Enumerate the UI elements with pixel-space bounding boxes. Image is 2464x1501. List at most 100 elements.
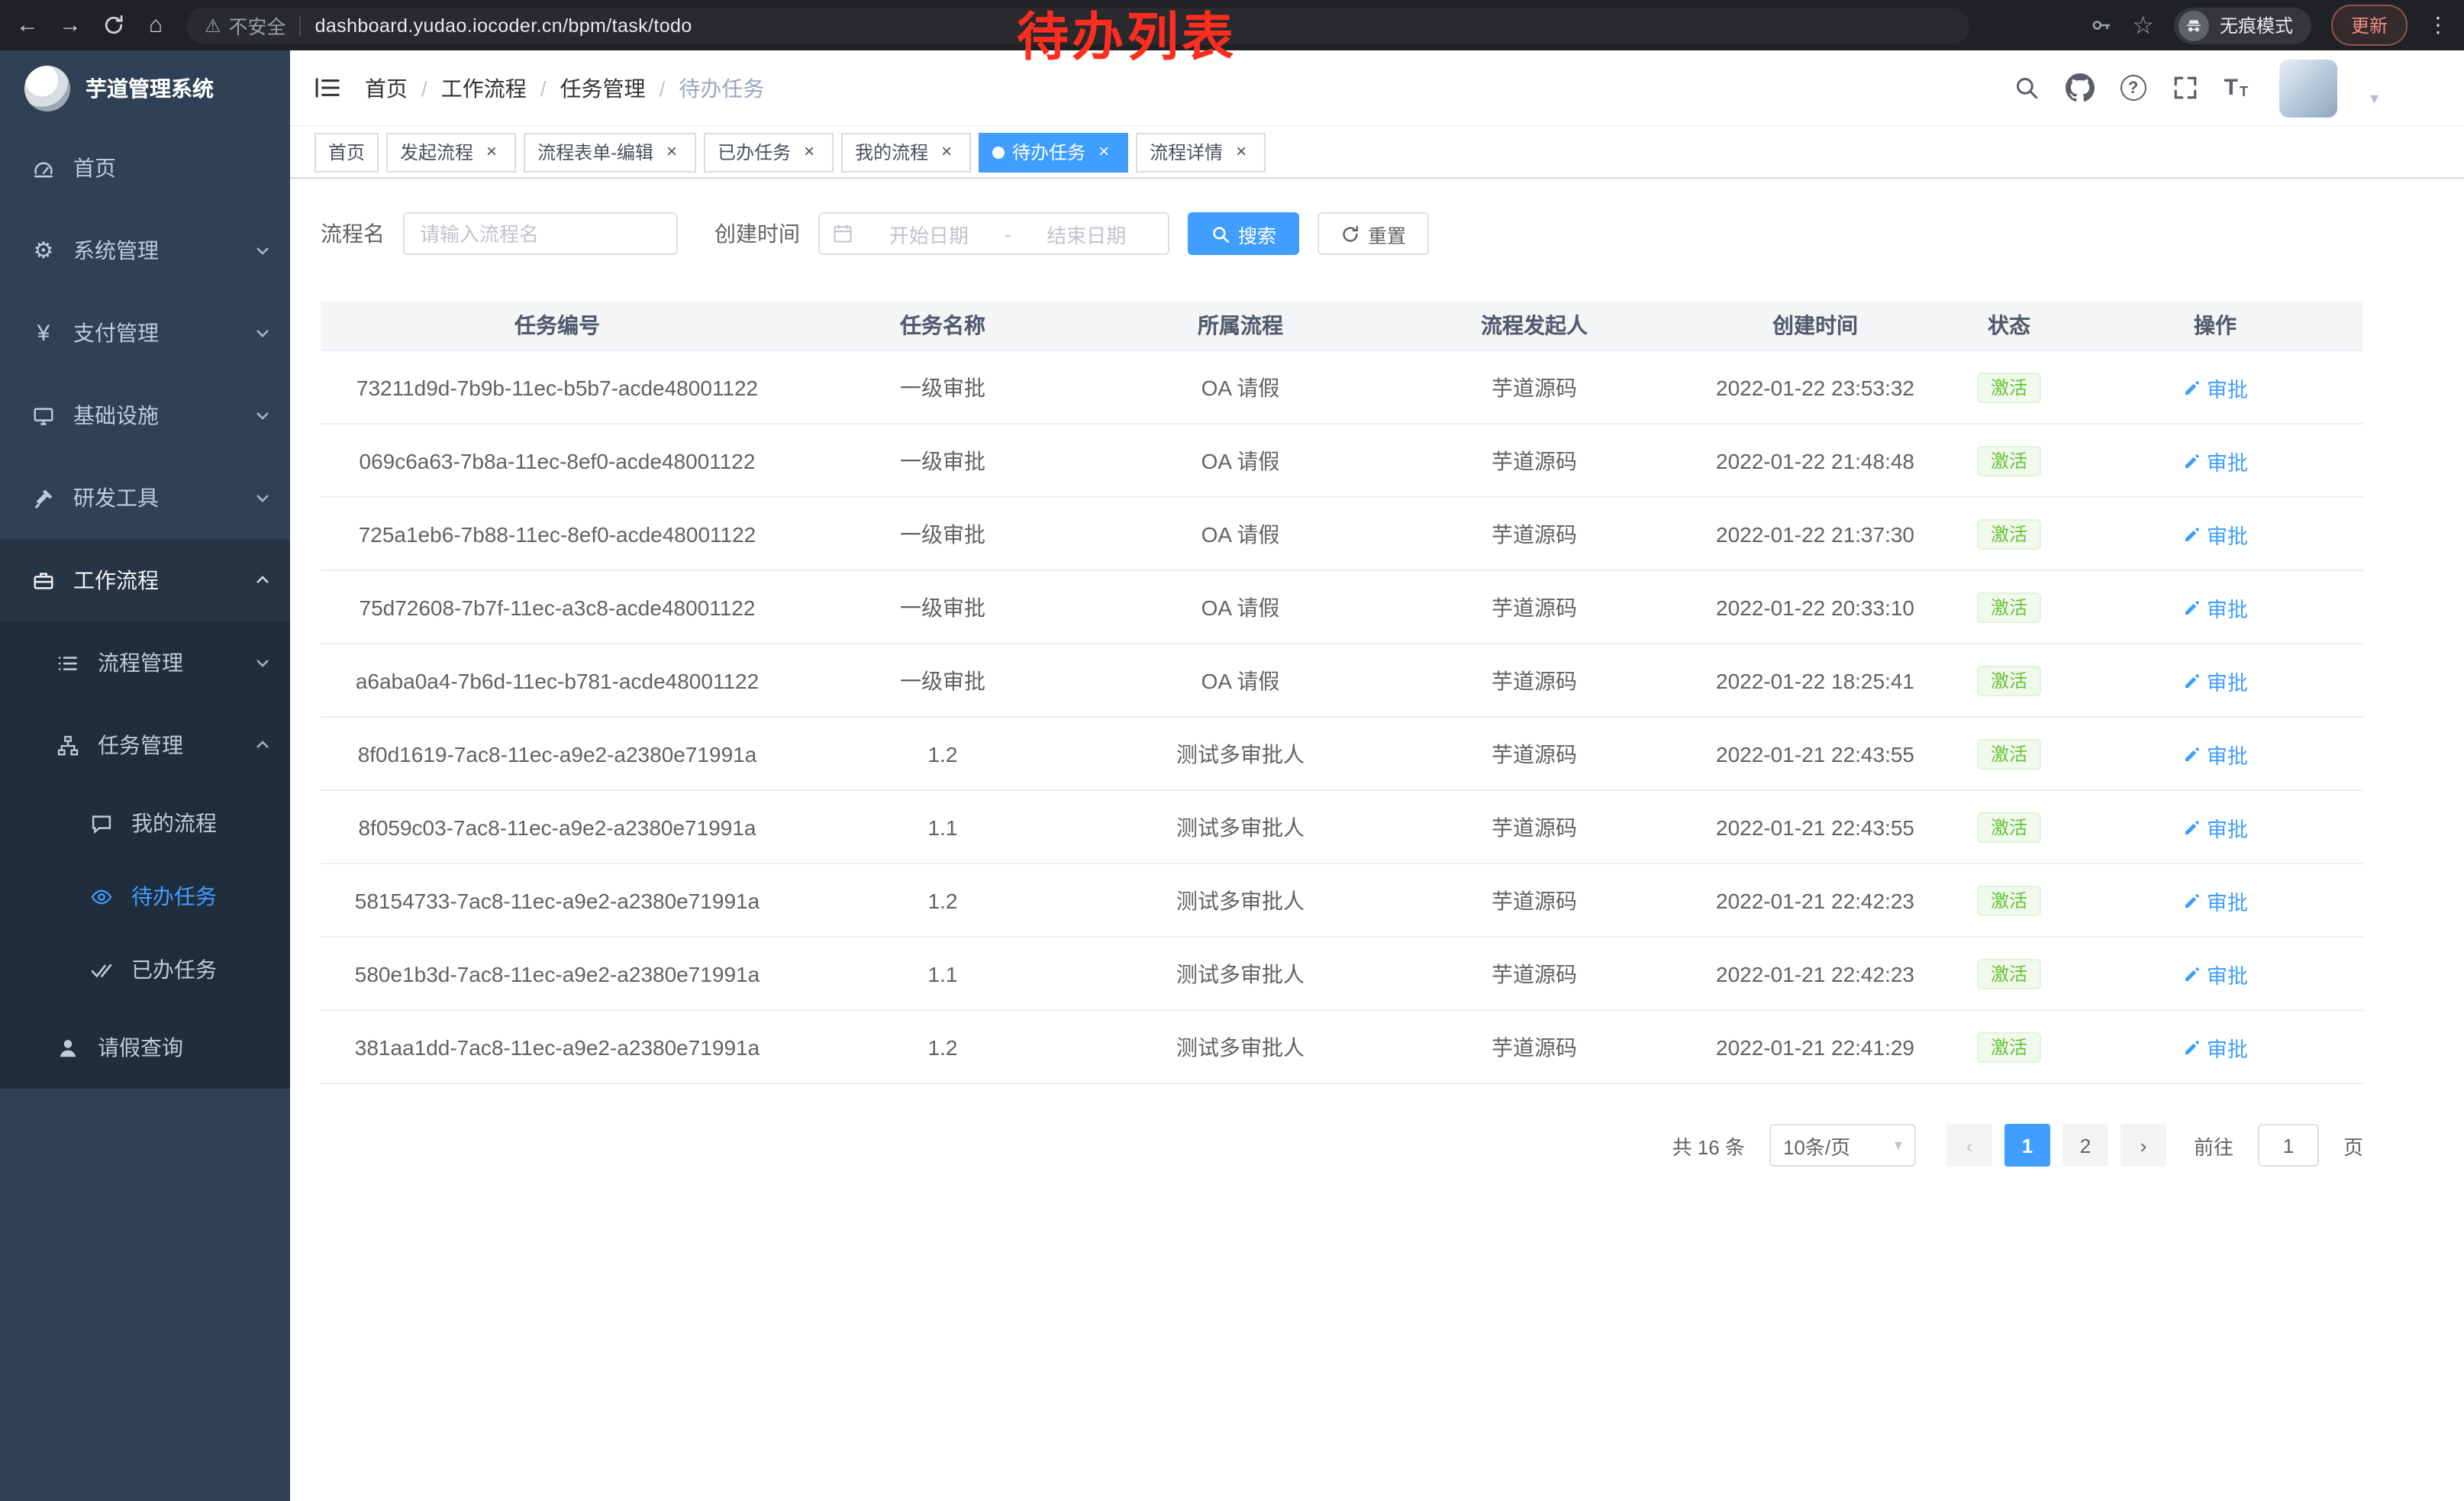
- omnibox-divider: [300, 15, 302, 36]
- sidebar-item-payment[interactable]: ¥ 支付管理: [0, 292, 290, 374]
- table-body: 73211d9d-7b9b-11ec-b5b7-acde48001122 一级审…: [321, 351, 2363, 1084]
- avatar-caret-icon[interactable]: ▾: [2370, 88, 2379, 117]
- approve-link[interactable]: 审批: [2182, 812, 2248, 842]
- chevron-down-icon: [253, 241, 272, 260]
- status-badge: 激活: [1977, 665, 2041, 696]
- pencil-icon: [2182, 671, 2201, 689]
- sidebar-item-infrastructure[interactable]: 基础设施: [0, 374, 290, 457]
- tab-home[interactable]: 首页: [314, 132, 379, 172]
- home-icon[interactable]: ⌂: [137, 7, 174, 44]
- pagination-total: 共 16 条: [1672, 1131, 1745, 1160]
- fullscreen-icon[interactable]: [2172, 75, 2198, 101]
- pencil-icon: [2182, 451, 2201, 470]
- breadcrumb: 首页 / 工作流程 / 任务管理 / 待办任务: [365, 73, 764, 103]
- col-actions: 操作: [2067, 310, 2363, 341]
- page-button-1[interactable]: 1: [2004, 1124, 2050, 1167]
- approve-link[interactable]: 审批: [2182, 592, 2248, 622]
- cell-created: 2022-01-21 22:42:23: [1679, 888, 1951, 912]
- sidebar-toggle-icon[interactable]: [314, 76, 340, 99]
- search-button[interactable]: 搜索: [1188, 212, 1299, 255]
- sidebar-item-leave-query[interactable]: 请假查询: [0, 1006, 290, 1089]
- cell-status: 激活: [1951, 665, 2067, 696]
- pencil-icon: [2182, 818, 2201, 836]
- refresh-icon[interactable]: [95, 7, 131, 44]
- tab-todo-tasks[interactable]: 待办任务 ×: [979, 132, 1128, 172]
- page-size-select[interactable]: 10条/页 ▾: [1769, 1124, 1916, 1167]
- font-size-icon[interactable]: TT: [2224, 76, 2248, 99]
- incognito-chip: 无痕模式: [2174, 7, 2311, 44]
- prev-page-button[interactable]: ‹: [1946, 1124, 1992, 1167]
- github-icon[interactable]: [2066, 73, 2095, 102]
- cell-created: 2022-01-22 18:25:41: [1679, 668, 1951, 692]
- cell-task-name: 1.1: [794, 961, 1092, 986]
- sidebar-item-task-mgmt[interactable]: 任务管理: [0, 704, 290, 786]
- sidebar-item-workflow[interactable]: 工作流程: [0, 539, 290, 621]
- tab-my-process[interactable]: 我的流程 ×: [841, 132, 971, 172]
- goto-page-input[interactable]: [2258, 1124, 2319, 1167]
- tab-form-edit[interactable]: 流程表单-编辑 ×: [524, 132, 696, 172]
- search-icon[interactable]: [2014, 75, 2040, 101]
- cell-starter: 芋道源码: [1389, 445, 1679, 476]
- close-icon[interactable]: ×: [1093, 141, 1114, 163]
- approve-link[interactable]: 审批: [2182, 1031, 2248, 1062]
- cell-task-name: 一级审批: [794, 445, 1092, 476]
- sidebar-item-process-mgmt[interactable]: 流程管理: [0, 621, 290, 704]
- approve-link[interactable]: 审批: [2182, 958, 2248, 989]
- table-header-row: 任务编号 任务名称 所属流程 流程发起人 创建时间 状态 操作: [321, 301, 2363, 351]
- reset-button[interactable]: 重置: [1317, 212, 1429, 255]
- logo-avatar: [24, 66, 70, 111]
- approve-link[interactable]: 审批: [2182, 445, 2248, 476]
- close-icon[interactable]: ×: [798, 141, 820, 163]
- approve-link[interactable]: 审批: [2182, 885, 2248, 915]
- key-icon[interactable]: [2089, 14, 2112, 37]
- address-bar[interactable]: ⚠ 不安全 dashboard.yudao.iocoder.cn/bpm/tas…: [186, 7, 1969, 44]
- sidebar-item-done-tasks[interactable]: 已办任务: [0, 933, 290, 1006]
- breadcrumb-task-mgmt[interactable]: 任务管理: [560, 73, 646, 103]
- pencil-icon: [2182, 525, 2201, 543]
- breadcrumb-workflow[interactable]: 工作流程: [441, 73, 527, 103]
- close-icon[interactable]: ×: [481, 141, 502, 163]
- forward-icon[interactable]: →: [52, 7, 89, 44]
- help-icon[interactable]: ?: [2121, 75, 2146, 101]
- menu-kebab-icon[interactable]: ⋮: [2427, 12, 2449, 38]
- range-separator: -: [998, 222, 1018, 245]
- table-row: 381aa1dd-7ac8-11ec-a9e2-a2380e71991a 1.2…: [321, 1011, 2363, 1084]
- tab-start-process[interactable]: 发起流程 ×: [386, 132, 516, 172]
- approve-link[interactable]: 审批: [2182, 372, 2248, 402]
- cell-task-id: 75d72608-7b7f-11ec-a3c8-acde48001122: [321, 595, 794, 619]
- cell-starter: 芋道源码: [1389, 1031, 1679, 1062]
- close-icon[interactable]: ×: [936, 141, 957, 163]
- avatar[interactable]: [2280, 59, 2338, 117]
- back-icon[interactable]: ←: [9, 7, 46, 44]
- status-badge: 激活: [1977, 518, 2041, 549]
- tab-done-tasks[interactable]: 已办任务 ×: [704, 132, 834, 172]
- close-icon[interactable]: ×: [1230, 141, 1252, 163]
- cell-process: 测试多审批人: [1092, 885, 1389, 915]
- approve-link[interactable]: 审批: [2182, 518, 2248, 549]
- date-range-input[interactable]: 开始日期 - 结束日期: [818, 212, 1169, 255]
- page-button-2[interactable]: 2: [2062, 1124, 2108, 1167]
- cell-created: 2022-01-21 22:41:29: [1679, 1035, 1951, 1059]
- security-label: 不安全: [229, 11, 286, 40]
- cell-task-id: 381aa1dd-7ac8-11ec-a9e2-a2380e71991a: [321, 1035, 794, 1059]
- sidebar-item-todo-tasks[interactable]: 待办任务: [0, 860, 290, 933]
- sidebar-item-my-process[interactable]: 我的流程: [0, 786, 290, 860]
- close-icon[interactable]: ×: [661, 141, 682, 163]
- cell-actions: 审批: [2067, 1031, 2363, 1062]
- bookmark-star-icon[interactable]: ☆: [2132, 10, 2154, 40]
- eye-icon: [89, 885, 114, 908]
- sidebar-item-system[interactable]: ⚙ 系统管理: [0, 209, 290, 292]
- app-logo[interactable]: 芋道管理系统: [0, 50, 290, 127]
- pencil-icon: [2182, 598, 2201, 616]
- next-page-button[interactable]: ›: [2121, 1124, 2166, 1167]
- sidebar-item-home[interactable]: 首页: [0, 127, 290, 209]
- approve-link[interactable]: 审批: [2182, 738, 2248, 769]
- update-button[interactable]: 更新: [2331, 5, 2408, 46]
- pagination: 共 16 条 10条/页 ▾ ‹ 1 2 › 前往 页: [321, 1124, 2363, 1167]
- breadcrumb-home[interactable]: 首页: [365, 73, 408, 103]
- approve-link[interactable]: 审批: [2182, 665, 2248, 696]
- process-name-input[interactable]: [403, 212, 678, 255]
- yen-icon: ¥: [31, 321, 56, 344]
- tab-process-detail[interactable]: 流程详情 ×: [1136, 132, 1266, 172]
- sidebar-item-dev-tools[interactable]: 研发工具: [0, 457, 290, 539]
